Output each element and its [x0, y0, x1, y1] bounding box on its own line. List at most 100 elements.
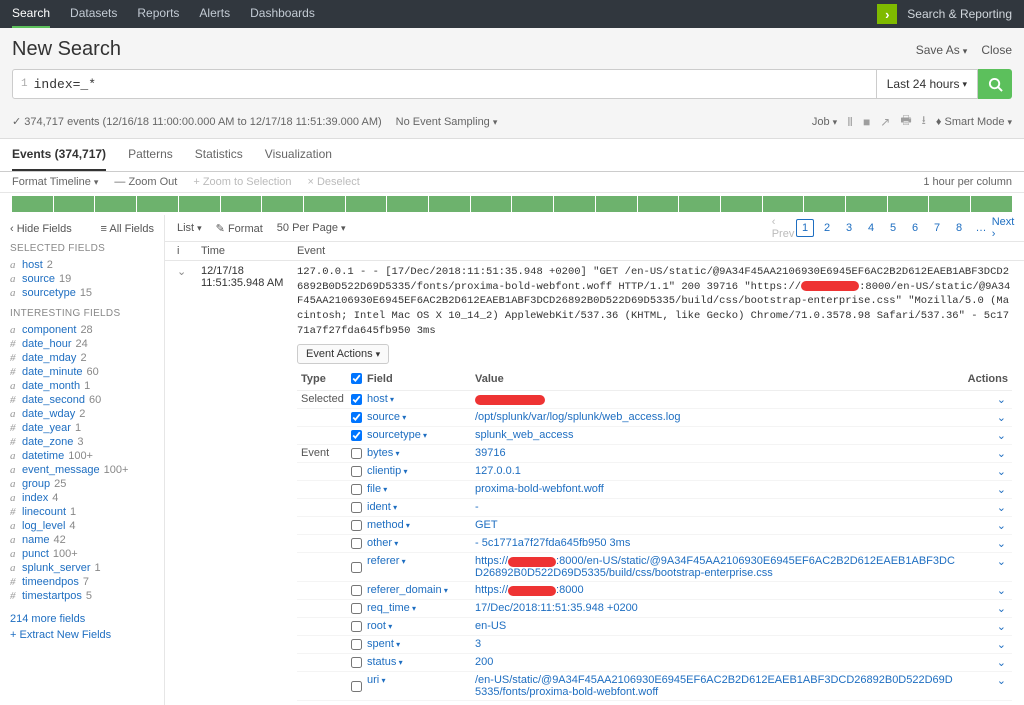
field-checkbox-referer_domain[interactable] [351, 585, 362, 596]
field-action-referer_domain[interactable]: ⌄ [962, 582, 1012, 600]
field-value-referer[interactable]: https://:8000/en-US/static/@9A34F45AA210… [471, 553, 962, 582]
sampling-dropdown[interactable]: No Event Sampling [396, 116, 498, 128]
list-view-dropdown[interactable]: List [177, 222, 202, 234]
field-date_year[interactable]: #date_year 1 [10, 421, 154, 435]
page-2[interactable]: 2 [818, 219, 836, 237]
export-icon[interactable]: ⭳ [922, 111, 926, 132]
field-checkbox-file[interactable] [351, 484, 362, 495]
col-info-header[interactable]: i [177, 245, 191, 257]
field-action-sourcetype[interactable]: ⌄ [962, 427, 1012, 445]
field-source[interactable]: asource 19 [10, 272, 154, 286]
timeline-segment[interactable] [929, 196, 970, 212]
tab-patterns[interactable]: Patterns [128, 139, 173, 171]
field-value-req_time[interactable]: 17/Dec/2018:11:51:35.948 +0200 [471, 600, 962, 618]
page-8[interactable]: 8 [950, 219, 968, 237]
timeline-segment[interactable] [221, 196, 262, 212]
next-page[interactable]: Next › [994, 219, 1012, 237]
tab-events[interactable]: Events (374,717) [12, 139, 106, 171]
tab-statistics[interactable]: Statistics [195, 139, 243, 171]
app-icon[interactable]: › [877, 4, 897, 24]
field-punct[interactable]: apunct 100+ [10, 547, 154, 561]
field-action-other[interactable]: ⌄ [962, 535, 1012, 553]
format-timeline-dropdown[interactable]: Format Timeline [12, 176, 98, 188]
field-action-source[interactable]: ⌄ [962, 409, 1012, 427]
timeline-segment[interactable] [95, 196, 136, 212]
field-action-host[interactable]: ⌄ [962, 391, 1012, 409]
field-name-host[interactable]: host [363, 391, 471, 409]
timeline-chart[interactable] [0, 193, 1024, 215]
field-name-req_time[interactable]: req_time [363, 600, 471, 618]
select-all-fields[interactable] [351, 373, 362, 384]
field-checkbox-req_time[interactable] [351, 603, 362, 614]
field-date_wday[interactable]: adate_wday 2 [10, 407, 154, 421]
nav-datasets[interactable]: Datasets [70, 0, 117, 28]
field-group[interactable]: agroup 25 [10, 477, 154, 491]
timeline-segment[interactable] [721, 196, 762, 212]
field-checkbox-sourcetype[interactable] [351, 430, 362, 441]
field-action-root[interactable]: ⌄ [962, 618, 1012, 636]
field-date_second[interactable]: #date_second 60 [10, 393, 154, 407]
field-datetime[interactable]: adatetime 100+ [10, 449, 154, 463]
timeline-segment[interactable] [262, 196, 303, 212]
nav-alerts[interactable]: Alerts [199, 0, 230, 28]
timeline-segment[interactable] [304, 196, 345, 212]
all-fields-button[interactable]: ≡ All Fields [101, 223, 155, 235]
field-value-root[interactable]: en-US [471, 618, 962, 636]
format-button[interactable]: ✎ Format [216, 222, 263, 235]
field-name-file[interactable]: file [363, 481, 471, 499]
search-input[interactable]: 1 index=_* [12, 69, 877, 99]
nav-search[interactable]: Search [12, 0, 50, 28]
extract-fields-link[interactable]: + Extract New Fields [10, 629, 154, 641]
field-checkbox-method[interactable] [351, 520, 362, 531]
field-date_zone[interactable]: #date_zone 3 [10, 435, 154, 449]
field-date_hour[interactable]: #date_hour 24 [10, 337, 154, 351]
nav-dashboards[interactable]: Dashboards [250, 0, 315, 28]
timeline-segment[interactable] [12, 196, 53, 212]
field-value-referer_domain[interactable]: https://:8000 [471, 582, 962, 600]
field-name-clientip[interactable]: clientip [363, 463, 471, 481]
field-value-ident[interactable]: - [471, 499, 962, 517]
timeline-segment[interactable] [804, 196, 845, 212]
page-4[interactable]: 4 [862, 219, 880, 237]
field-name-referer_domain[interactable]: referer_domain [363, 582, 471, 600]
smart-mode-dropdown[interactable]: ♦ Smart Mode [936, 116, 1012, 128]
hide-fields-button[interactable]: ‹ Hide Fields [10, 223, 72, 235]
field-checkbox-root[interactable] [351, 621, 362, 632]
page-5[interactable]: 5 [884, 219, 902, 237]
pause-icon[interactable]: Ⅱ [847, 115, 853, 129]
field-index[interactable]: aindex 4 [10, 491, 154, 505]
event-actions-button[interactable]: Event Actions [297, 344, 389, 364]
field-value-uri[interactable]: /en-US/static/@9A34F45AA2106930E6945EF6A… [471, 672, 962, 701]
page-7[interactable]: 7 [928, 219, 946, 237]
field-name-root[interactable]: root [363, 618, 471, 636]
save-as-button[interactable]: Save As [916, 43, 968, 57]
field-name-referer[interactable]: referer [363, 553, 471, 582]
expand-icon[interactable]: ⌄ [177, 265, 191, 701]
field-checkbox-status[interactable] [351, 657, 362, 668]
field-value-sourcetype[interactable]: splunk_web_access [471, 427, 962, 445]
field-value-bytes[interactable]: 39716 [471, 445, 962, 463]
field-value-method[interactable]: GET [471, 517, 962, 535]
timeline-segment[interactable] [387, 196, 428, 212]
close-button[interactable]: Close [981, 43, 1012, 57]
field-value-file[interactable]: proxima-bold-webfont.woff [471, 481, 962, 499]
field-checkbox-spent[interactable] [351, 639, 362, 650]
field-checkbox-uri[interactable] [351, 681, 362, 692]
time-range-picker[interactable]: Last 24 hours [877, 69, 978, 99]
field-value-source[interactable]: /opt/splunk/var/log/splunk/web_access.lo… [471, 409, 962, 427]
field-date_mday[interactable]: #date_mday 2 [10, 351, 154, 365]
field-action-method[interactable]: ⌄ [962, 517, 1012, 535]
field-checkbox-bytes[interactable] [351, 448, 362, 459]
page-6[interactable]: 6 [906, 219, 924, 237]
zoom-out-button[interactable]: — Zoom Out [114, 176, 177, 188]
timeline-segment[interactable] [638, 196, 679, 212]
field-action-ident[interactable]: ⌄ [962, 499, 1012, 517]
more-fields-link[interactable]: 214 more fields [10, 613, 154, 625]
share-icon[interactable]: ↗ [880, 115, 890, 129]
print-icon[interactable]: 🖶 [900, 111, 911, 132]
field-name-bytes[interactable]: bytes [363, 445, 471, 463]
field-value-status[interactable]: 200 [471, 654, 962, 672]
page-…[interactable]: … [972, 219, 990, 237]
timeline-segment[interactable] [179, 196, 220, 212]
field-sourcetype[interactable]: asourcetype 15 [10, 286, 154, 300]
